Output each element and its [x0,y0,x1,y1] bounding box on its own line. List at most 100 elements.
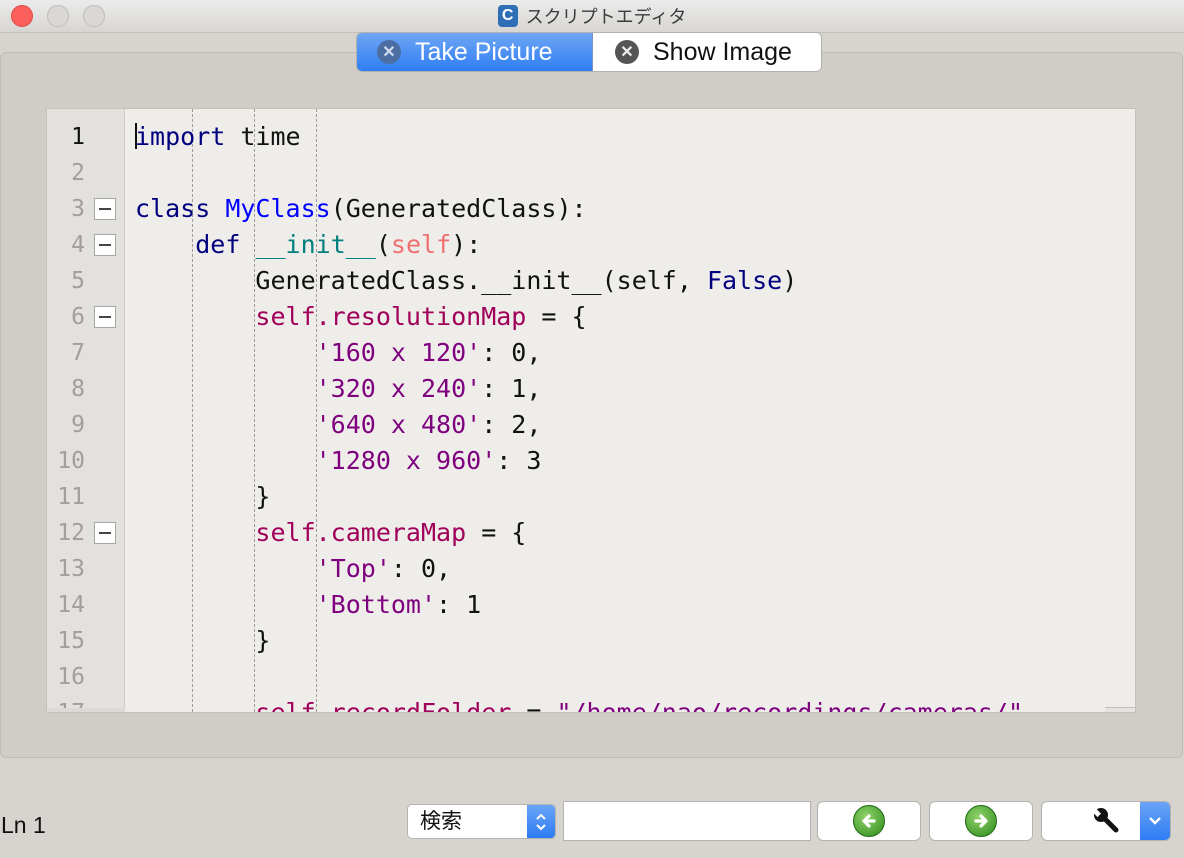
code-area[interactable]: import time class MyClass(GeneratedClass)… [135,109,1135,712]
close-circle-icon[interactable]: ✕ [615,40,639,64]
code-token: ): [451,230,482,259]
code-line: GeneratedClass.__init__(self, False) [135,263,797,299]
gutter-row: 2 [47,155,125,191]
tab-bar: ✕ Take Picture ✕ Show Image [356,32,822,72]
tools-menu-button[interactable] [1041,801,1171,841]
code-line: self.resolutionMap = { [135,299,587,335]
search-mode-value: 検索 [420,809,462,833]
gutter-row: 10 [47,443,125,479]
close-circle-icon[interactable]: ✕ [377,40,401,64]
code-line: } [135,623,270,659]
code-editor[interactable]: 1 2 3 4 5 6 7 8 9 10 11 12 13 14 15 16 17 import time cla… [46,108,1136,713]
code-line: def __init__(self): [135,227,481,263]
code-line: self.cameraMap = { [135,515,526,551]
title-bar: C スクリプトエディタ [0,0,1184,33]
chevron-down-icon[interactable] [1140,802,1170,840]
code-token: '640 x 480' [315,410,482,439]
gutter-row: 8 [47,371,125,407]
code-token: GeneratedClass.__init__(self, [135,266,707,295]
line-number: 2 [71,160,85,186]
fold-collapse-icon[interactable] [94,522,116,544]
wrench-icon [1092,806,1122,840]
line-number: 14 [57,592,85,618]
line-number: 8 [71,376,85,402]
arrow-right-circle-icon [965,805,997,837]
code-token: self [390,230,452,259]
code-token: __init__ [255,230,376,259]
gutter-row: 6 [47,299,125,335]
gutter-row: 16 [47,659,125,695]
line-number: 11 [57,484,85,510]
line-number: 15 [57,628,85,654]
line-number: 16 [57,664,85,690]
search-mode-select[interactable]: 検索 [407,804,556,839]
gutter-row: 1 [47,119,125,155]
line-number: 12 [57,520,85,546]
find-next-button[interactable] [929,801,1033,841]
code-line: 'Top': 0, [135,551,451,587]
updown-chevron-icon [527,805,555,838]
app-icon: C [497,5,518,27]
fold-collapse-icon[interactable] [94,306,116,328]
code-token: class [135,194,211,223]
code-token: = { [526,302,587,331]
code-token: '160 x 120' [315,338,482,367]
code-token: (GeneratedClass): [330,194,587,223]
tab-take-picture[interactable]: ✕ Take Picture [357,33,593,71]
line-number: 4 [71,232,85,258]
find-previous-button[interactable] [817,801,921,841]
code-token: import [135,122,226,151]
code-token: } [135,482,271,511]
line-number: 5 [71,268,85,294]
line-number: 10 [57,448,85,474]
code-token: } [135,626,271,655]
fold-collapse-icon[interactable] [94,234,116,256]
code-line: self.recordFolder = "/home/nao/recording… [135,695,1024,713]
line-number: 1 [71,124,85,150]
code-token: : 2, [481,410,542,439]
code-token: MyClass [225,194,331,223]
line-number: 7 [71,340,85,366]
line-number: 9 [71,412,85,438]
code-token: = { [466,518,527,547]
gutter-row: 4 [47,227,125,263]
code-token: ( [375,230,391,259]
tab-show-image[interactable]: ✕ Show Image [593,33,821,71]
fold-collapse-icon[interactable] [94,198,116,220]
tab-label: Show Image [653,37,792,66]
code-token: 'Bottom' [315,590,437,619]
gutter-row: 5 [47,263,125,299]
gutter-row: 13 [47,551,125,587]
code-token: def [195,230,241,259]
gutter-row: 12 [47,515,125,551]
title-group: C スクリプトエディタ [0,0,1184,32]
code-line: '320 x 240': 1, [135,371,542,407]
code-token: "/home/nao/recordings/cameras/" [556,698,1024,713]
gutter-scroll-edge [47,708,125,712]
code-line: '160 x 120': 0, [135,335,542,371]
gutter-row: 11 [47,479,125,515]
gutter-row: 14 [47,587,125,623]
code-line: '640 x 480': 2, [135,407,542,443]
code-token: self.cameraMap [255,518,467,547]
gutter-row: 3 [47,191,125,227]
code-token: time [225,122,301,151]
code-token: : 0, [481,338,542,367]
line-number-gutter: 1 2 3 4 5 6 7 8 9 10 11 12 13 14 15 16 17 [47,109,125,712]
code-line: } [135,479,270,515]
search-input[interactable] [563,801,811,841]
scrollbar-corner [1105,707,1135,712]
text-caret [135,123,137,149]
code-token: '320 x 240' [315,374,482,403]
code-token: = [511,698,557,713]
code-token: 'Top' [315,554,391,583]
